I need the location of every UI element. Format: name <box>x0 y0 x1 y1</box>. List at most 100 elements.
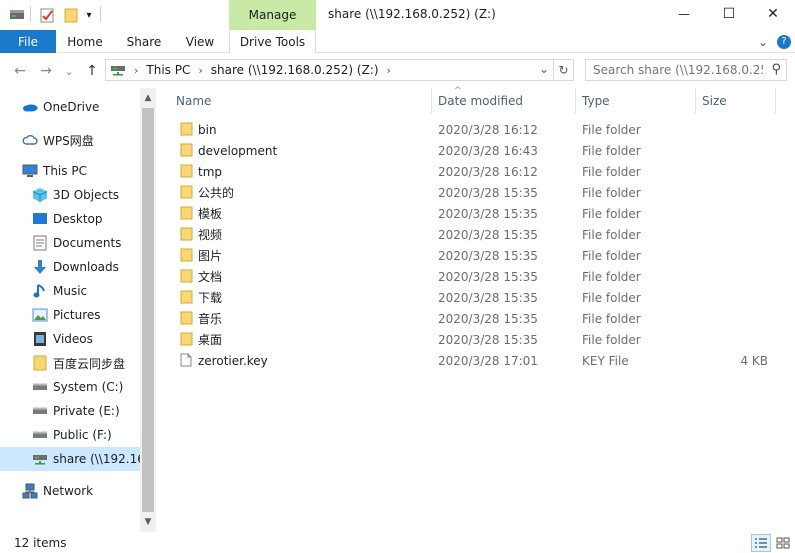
recent-locations-button[interactable]: ⌄ <box>62 61 76 81</box>
file-row[interactable]: 下载 2020/3/28 15:35 File folder <box>170 287 778 308</box>
file-name: 模板 <box>198 207 223 221</box>
nav-item-label: Desktop <box>53 212 103 226</box>
tab-file[interactable]: File <box>0 30 56 53</box>
file-name: 视频 <box>198 228 223 242</box>
file-date: 2020/3/28 15:35 <box>438 227 538 242</box>
cube-icon <box>32 187 48 203</box>
nav-item-baidu[interactable]: 百度云同步盘 <box>0 351 140 375</box>
details-view-button[interactable] <box>751 534 771 552</box>
breadcrumb-share[interactable]: share (\\192.168.0.252) (Z:) <box>211 63 379 77</box>
scroll-down-icon[interactable]: ▼ <box>140 514 156 530</box>
file-list: ^ Name Date modified Type Size bin 2020/3… <box>158 86 795 532</box>
nav-item-label: Public (F:) <box>53 428 112 442</box>
file-size <box>710 329 768 350</box>
nav-item-3d-objects[interactable]: 3D Objects <box>0 183 140 207</box>
file-row[interactable]: zerotier.key 2020/3/28 17:01 KEY File 4 KB <box>170 350 778 371</box>
tab-drive-tools[interactable]: Drive Tools <box>229 30 316 53</box>
folder-icon <box>180 206 194 220</box>
large-icons-view-button[interactable] <box>773 534 793 552</box>
file-row[interactable]: tmp 2020/3/28 16:12 File folder <box>170 161 778 182</box>
details-view-icon <box>755 538 767 548</box>
nav-item-system-c[interactable]: System (C:) <box>0 375 140 399</box>
folder-icon <box>180 143 194 157</box>
back-button[interactable]: ← <box>10 61 30 81</box>
close-button[interactable]: ✕ <box>751 0 795 28</box>
file-name: 公共的 <box>198 186 235 200</box>
file-icon <box>180 353 194 367</box>
network-drive-icon <box>110 62 126 78</box>
collapse-ribbon-icon[interactable]: ⌄ <box>754 30 772 53</box>
file-date: 2020/3/28 15:35 <box>438 290 538 305</box>
maximize-icon: ☐ <box>722 6 736 22</box>
column-header-label: Type <box>582 94 610 108</box>
column-header-type[interactable]: Type <box>576 88 696 114</box>
breadcrumb-this-pc[interactable]: This PC <box>146 63 190 77</box>
file-row[interactable]: 音乐 2020/3/28 15:35 File folder <box>170 308 778 329</box>
tab-home[interactable]: Home <box>60 30 110 53</box>
nav-item-onedrive[interactable]: OneDrive <box>0 95 140 119</box>
forward-button[interactable]: → <box>36 61 56 81</box>
breadcrumb-separator: › <box>386 63 391 77</box>
file-size <box>710 266 768 287</box>
nav-item-wps[interactable]: WPS网盘 <box>0 128 140 152</box>
file-row[interactable]: 公共的 2020/3/28 15:35 File folder <box>170 182 778 203</box>
properties-icon[interactable] <box>38 6 56 24</box>
drive-icon <box>8 6 26 24</box>
nav-item-label: Music <box>53 284 88 298</box>
minimize-button[interactable]: — <box>661 0 707 28</box>
tab-view[interactable]: View <box>176 30 224 53</box>
ribbon: File Home Share View Drive Tools ⌄ ? <box>0 30 795 53</box>
file-type: File folder <box>582 290 641 305</box>
nav-scrollbar[interactable]: ▲ ▼ <box>140 88 156 532</box>
file-row[interactable]: 桌面 2020/3/28 15:35 File folder <box>170 329 778 350</box>
search-icon[interactable]: ⚲ <box>771 62 781 77</box>
file-name: bin <box>198 122 217 137</box>
column-header-date[interactable]: Date modified <box>432 88 576 114</box>
nav-item-downloads[interactable]: Downloads <box>0 255 140 279</box>
file-type: File folder <box>582 227 641 242</box>
refresh-button[interactable]: ↻ <box>554 59 574 81</box>
file-row[interactable]: 图片 2020/3/28 15:35 File folder <box>170 245 778 266</box>
folder-icon <box>180 122 194 136</box>
nav-item-network[interactable]: Network <box>0 479 140 503</box>
file-name: tmp <box>198 164 223 179</box>
file-row[interactable]: 视频 2020/3/28 15:35 File folder <box>170 224 778 245</box>
nav-item-desktop[interactable]: Desktop <box>0 207 140 231</box>
nav-item-private-e[interactable]: Private (E:) <box>0 399 140 423</box>
file-type: File folder <box>582 122 641 137</box>
tab-share[interactable]: Share <box>118 30 170 53</box>
address-bar[interactable]: › This PC › share (\\192.168.0.252) (Z:)… <box>105 59 554 81</box>
file-row[interactable]: 文档 2020/3/28 15:35 File folder <box>170 266 778 287</box>
file-row[interactable]: 模板 2020/3/28 15:35 File folder <box>170 203 778 224</box>
help-icon: ? <box>777 34 791 49</box>
up-button[interactable]: ↑ <box>82 61 102 81</box>
nav-item-pictures[interactable]: Pictures <box>0 303 140 327</box>
file-row[interactable]: bin 2020/3/28 16:12 File folder <box>170 119 778 140</box>
file-row[interactable]: development 2020/3/28 16:43 File folder <box>170 140 778 161</box>
nav-item-this-pc[interactable]: This PC <box>0 159 140 183</box>
nav-item-public-f[interactable]: Public (F:) <box>0 423 140 447</box>
nav-item-label: Downloads <box>53 260 119 274</box>
scroll-up-icon[interactable]: ▲ <box>140 90 156 106</box>
folder-icon <box>180 311 194 325</box>
maximize-button[interactable]: ☐ <box>706 0 752 28</box>
column-header-name[interactable]: Name <box>170 88 432 114</box>
file-size <box>710 182 768 203</box>
manage-tab-label: Manage <box>248 8 297 22</box>
nav-item-videos[interactable]: Videos <box>0 327 140 351</box>
nav-item-share-z[interactable]: share (\\192.168.0.252) (Z:) <box>0 447 140 471</box>
search-box[interactable]: ⚲ <box>585 59 787 81</box>
column-header-size[interactable]: Size <box>696 88 776 114</box>
file-date: 2020/3/28 15:35 <box>438 248 538 263</box>
address-dropdown-icon[interactable]: ⌄ <box>539 62 549 76</box>
search-input[interactable] <box>593 63 763 77</box>
manage-tab[interactable]: Manage <box>229 0 316 30</box>
nav-item-documents[interactable]: Documents <box>0 231 140 255</box>
help-button[interactable]: ? <box>776 30 792 53</box>
qa-customize-icon[interactable]: ▾ <box>82 6 96 24</box>
new-folder-icon[interactable] <box>62 6 80 24</box>
nav-item-label: Network <box>43 484 94 498</box>
nav-item-music[interactable]: Music <box>0 279 140 303</box>
scroll-thumb[interactable] <box>142 108 154 512</box>
nav-item-label: share (\\192.168.0.252) (Z:) <box>53 452 140 466</box>
